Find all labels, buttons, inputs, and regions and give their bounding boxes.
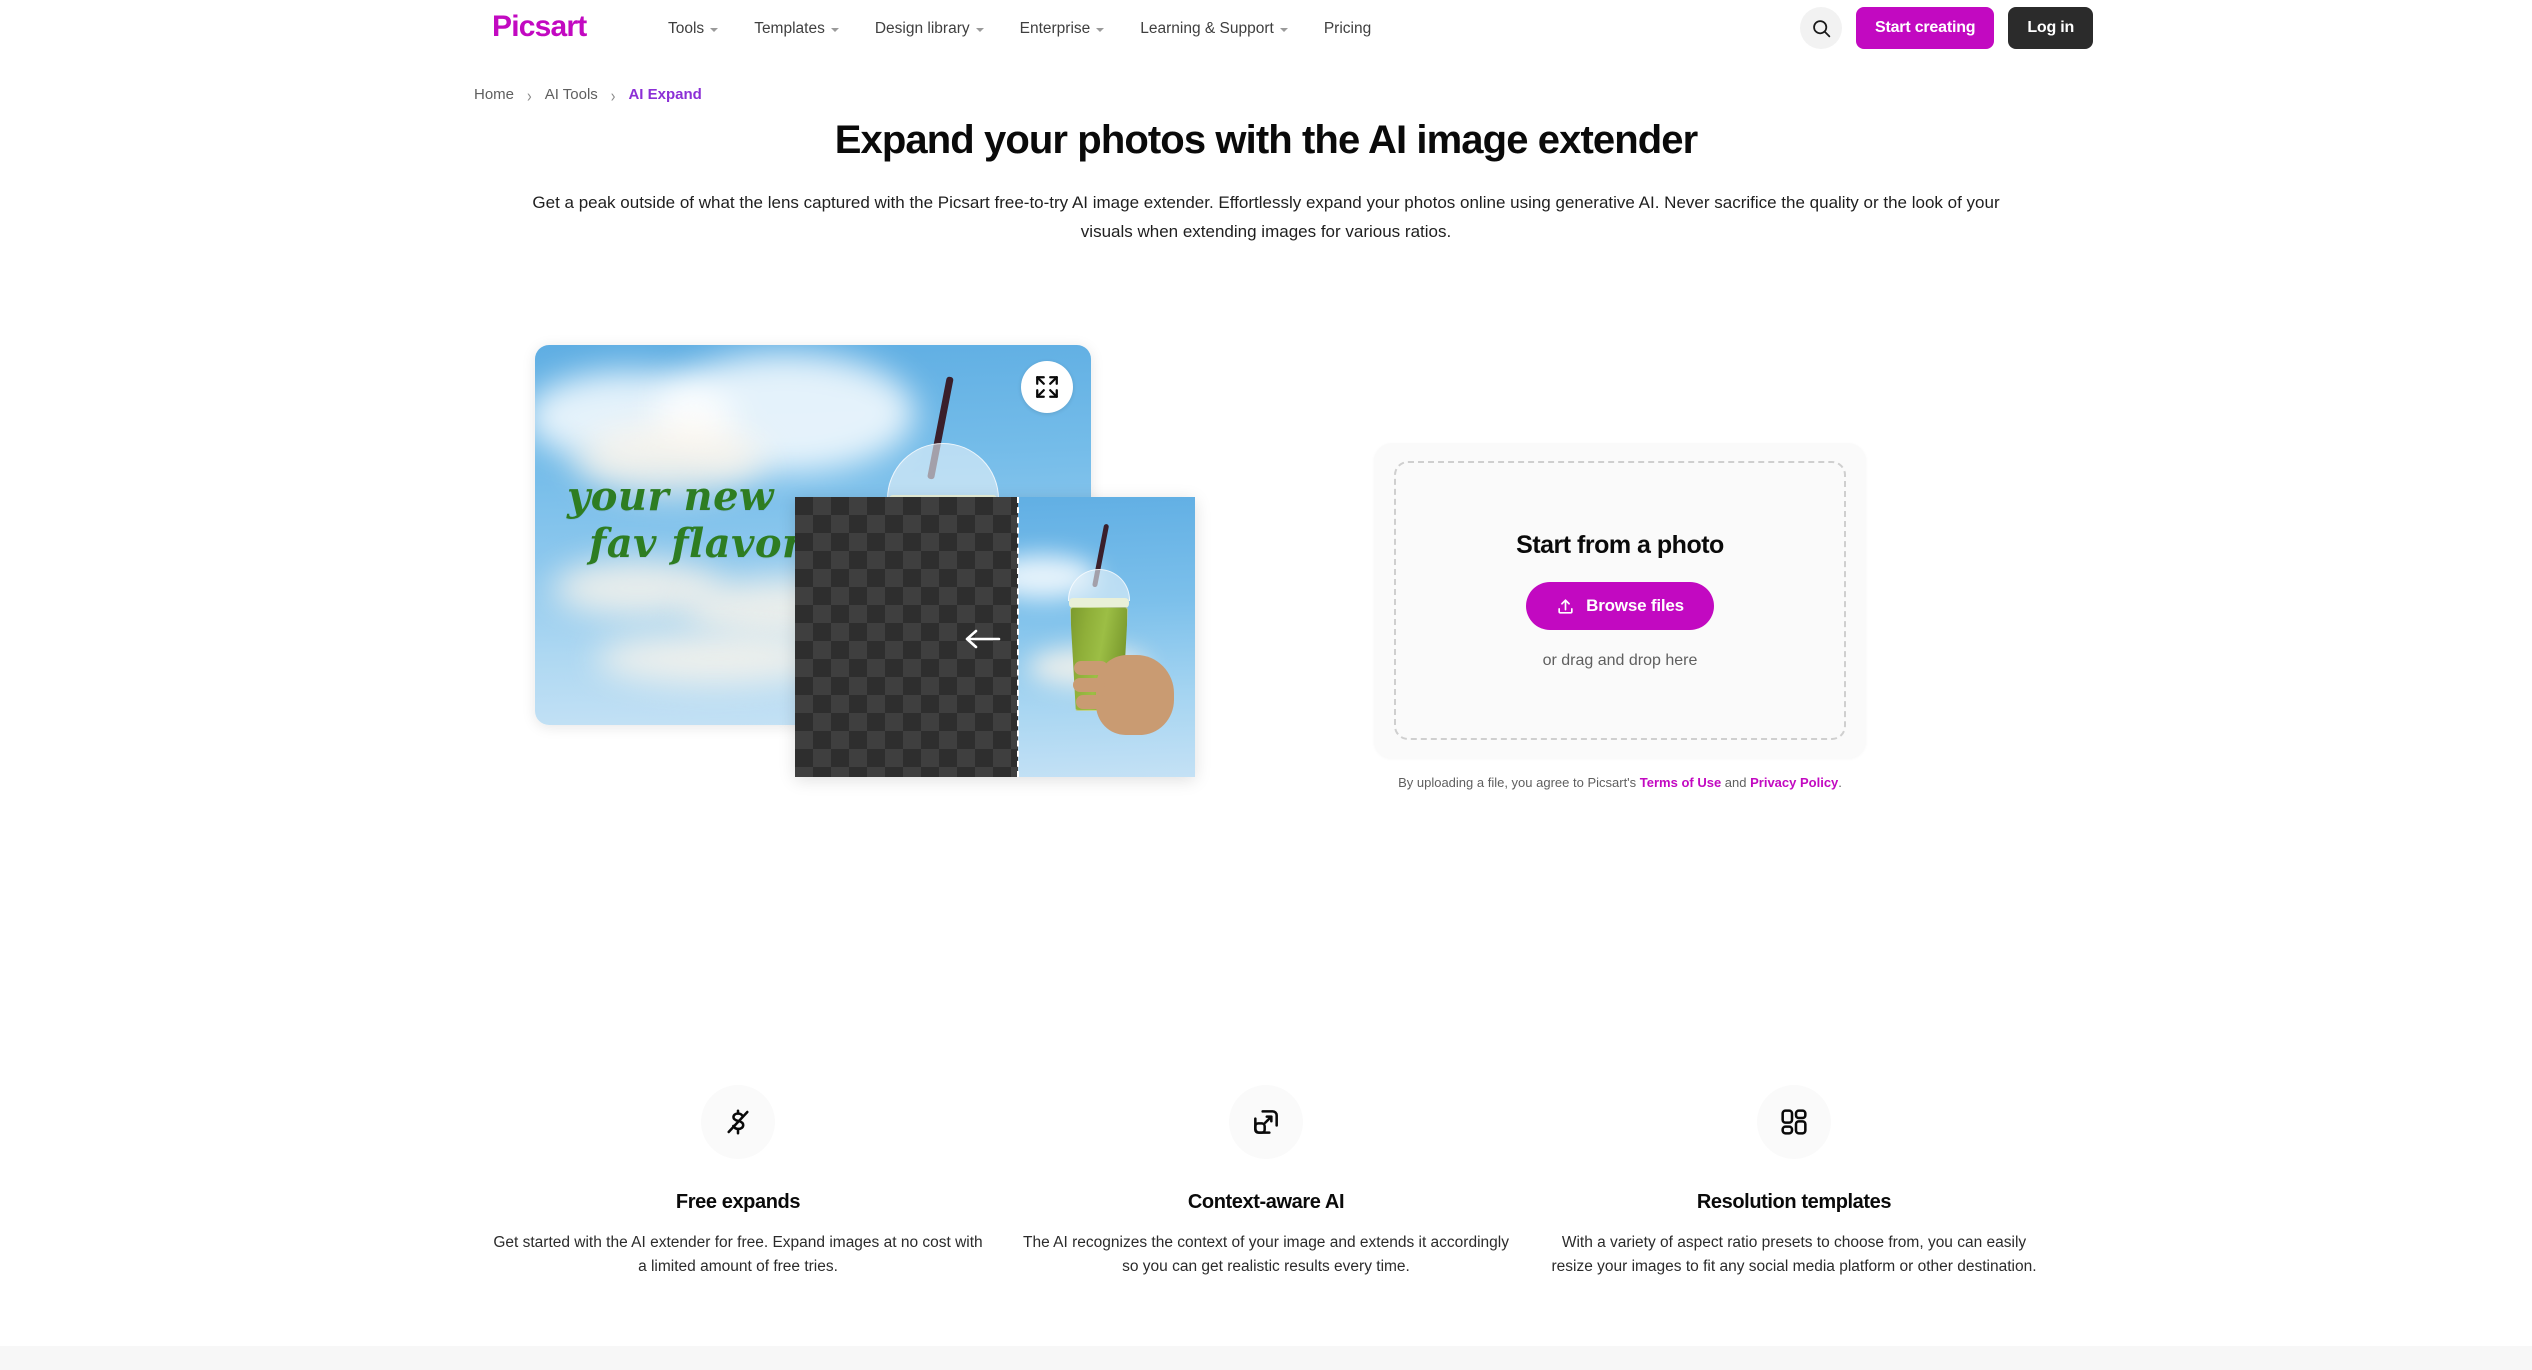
feature-description: Get started with the AI extender for fre… bbox=[493, 1234, 983, 1275]
breadcrumb-item-ai-expand: AI Expand bbox=[628, 86, 702, 103]
main-navigation: Tools Templates Design library Enterpris… bbox=[668, 0, 1371, 57]
foam-shape bbox=[1069, 598, 1129, 608]
chevron-down-icon bbox=[830, 27, 839, 32]
chevron-down-icon bbox=[710, 27, 719, 32]
header-actions: Start creating Log in bbox=[1800, 7, 2094, 49]
browse-files-label: Browse files bbox=[1586, 596, 1684, 615]
search-icon bbox=[1812, 19, 1830, 37]
feature-title: Resolution templates bbox=[1696, 1191, 1892, 1213]
expand-arrows-icon bbox=[1036, 376, 1058, 398]
overlay-text-line-2: fav flavor bbox=[589, 520, 804, 567]
hero-preview-visual: your new fav flavor bbox=[535, 345, 1195, 985]
finger-shape bbox=[1076, 695, 1106, 709]
nav-label: Design library bbox=[874, 19, 970, 37]
nav-item-tools[interactable]: Tools bbox=[668, 19, 719, 38]
nav-item-templates[interactable]: Templates bbox=[754, 20, 839, 38]
browse-files-button[interactable]: Browse files bbox=[1526, 582, 1714, 630]
upload-dropzone-card[interactable]: Start from a photo Browse files or drag … bbox=[1374, 443, 1866, 758]
feature-title: Free expands bbox=[675, 1191, 801, 1213]
feature-resolution-templates: Resolution templates With a variety of a… bbox=[1530, 1085, 2058, 1279]
breadcrumb-item-home[interactable]: Home bbox=[474, 86, 514, 103]
chevron-down-icon bbox=[975, 27, 984, 32]
cup-dome-shape bbox=[887, 443, 999, 499]
feature-free-expands: Free expands Get started with the AI ext… bbox=[474, 1085, 1002, 1279]
nav-label: Tools bbox=[668, 19, 705, 37]
chevron-down-icon bbox=[1279, 27, 1288, 32]
disclaimer-prefix: By uploading a file, you agree to Picsar… bbox=[1398, 775, 1640, 790]
nav-label: Templates bbox=[754, 19, 825, 37]
finger-shape bbox=[1074, 661, 1108, 675]
dropzone-dashed-area[interactable]: Start from a photo Browse files or drag … bbox=[1394, 461, 1846, 740]
feature-list: Free expands Get started with the AI ext… bbox=[474, 1085, 2058, 1279]
expand-direction-indicator bbox=[963, 629, 1001, 654]
nav-label: Learning & Support bbox=[1140, 19, 1274, 37]
overlay-text-line-1: your new bbox=[567, 473, 774, 520]
page-subtitle: Get a peak outside of what the lens capt… bbox=[532, 193, 2000, 241]
breadcrumb: Home › AI Tools › AI Expand bbox=[474, 84, 702, 105]
expand-boundary-line bbox=[1017, 497, 1019, 777]
finger-shape bbox=[1073, 678, 1105, 692]
nav-item-learning-support[interactable]: Learning & Support bbox=[1140, 20, 1288, 38]
page-title: Expand your photos with the AI image ext… bbox=[834, 118, 1698, 162]
grid-templates-icon bbox=[1781, 1109, 1807, 1135]
privacy-policy-link[interactable]: Privacy Policy bbox=[1750, 775, 1838, 790]
upload-disclaimer: By uploading a file, you agree to Picsar… bbox=[1374, 775, 1866, 790]
login-button[interactable]: Log in bbox=[2008, 7, 2094, 49]
feature-description: The AI recognizes the context of your im… bbox=[1023, 1234, 1509, 1275]
feature-context-aware-ai: Context-aware AI The AI recognizes the c… bbox=[1002, 1085, 1530, 1279]
site-header: Picsart Tools Templates Design library E… bbox=[0, 0, 2532, 57]
feature-description: With a variety of aspect ratio presets t… bbox=[1551, 1234, 2037, 1275]
drag-drop-hint: or drag and drop here bbox=[1542, 652, 1698, 669]
terms-of-use-link[interactable]: Terms of Use bbox=[1640, 775, 1721, 790]
start-creating-button[interactable]: Start creating bbox=[1856, 7, 1995, 49]
photo-overlay-text: your new fav flavor bbox=[567, 473, 804, 567]
feature-icon-wrapper bbox=[701, 1085, 775, 1159]
search-button[interactable] bbox=[1800, 7, 1842, 49]
breadcrumb-separator: › bbox=[527, 84, 532, 105]
feature-icon-wrapper bbox=[1757, 1085, 1831, 1159]
resize-expand-icon bbox=[1254, 1110, 1278, 1134]
dollar-slash-icon bbox=[727, 1109, 749, 1135]
original-photo-thumbnail bbox=[1018, 497, 1195, 777]
expand-preview-button[interactable] bbox=[1021, 361, 1073, 413]
original-photo-comparison bbox=[795, 497, 1195, 777]
feature-title: Context-aware AI bbox=[1187, 1191, 1345, 1213]
upload-card-title: Start from a photo bbox=[1516, 531, 1724, 559]
chevron-down-icon bbox=[1096, 27, 1105, 32]
breadcrumb-separator: › bbox=[610, 84, 616, 105]
nav-item-design-library[interactable]: Design library bbox=[875, 20, 984, 38]
nav-item-enterprise[interactable]: Enterprise bbox=[1020, 20, 1105, 38]
upload-icon bbox=[1558, 598, 1573, 614]
feature-icon-wrapper bbox=[1229, 1085, 1303, 1159]
nav-item-pricing[interactable]: Pricing bbox=[1324, 20, 1371, 38]
breadcrumb-item-ai-tools[interactable]: AI Tools bbox=[545, 86, 598, 103]
nav-label: Enterprise bbox=[1019, 19, 1091, 37]
page-bottom-band bbox=[0, 1346, 2532, 1370]
nav-label: Pricing bbox=[1323, 19, 1372, 37]
arrow-left-icon bbox=[965, 629, 1001, 649]
picsart-logo[interactable]: Picsart bbox=[492, 12, 587, 42]
disclaimer-mid: and bbox=[1721, 775, 1751, 790]
disclaimer-suffix: . bbox=[1838, 775, 1842, 790]
